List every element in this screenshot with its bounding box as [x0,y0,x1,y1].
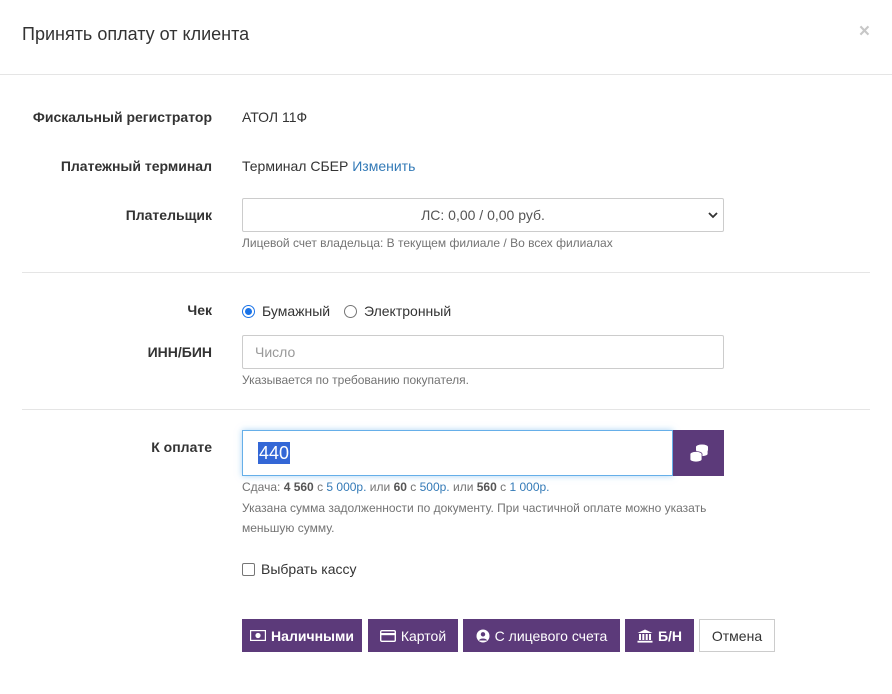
radio-paper[interactable]: Бумажный [242,303,330,319]
inn-placeholder: Число [255,344,296,360]
pay-cashless-button[interactable]: Б/Н [625,619,694,652]
amount-label: К оплате [151,439,212,455]
payer-help: Лицевой счет владельца: В текущем филиал… [242,236,613,250]
bill-1000-link[interactable]: 1 000р. [509,480,549,494]
inn-label: ИНН/БИН [147,344,212,360]
terminal-row: Терминал СБЕР Изменить [242,158,415,174]
pay-card-button[interactable]: Картой [368,619,458,652]
payer-label: Плательщик [125,207,212,223]
bill-500-link[interactable]: 500р. [420,480,450,494]
coins-button[interactable] [673,430,724,476]
receipt-label: Чек [187,302,212,318]
divider [22,272,870,273]
radio-paper-label: Бумажный [262,303,331,319]
chevron-down-icon [707,208,719,224]
change-terminal-link[interactable]: Изменить [352,158,415,174]
user-circle-icon [476,629,490,643]
choose-cashbox-label: Выбрать кассу [261,561,357,577]
radio-paper-dot[interactable] [242,304,255,318]
modal-header: Принять оплату от клиента × [0,0,892,75]
inn-input[interactable]: Число [242,335,724,369]
payer-select[interactable]: ЛС: 0,00 / 0,00 руб. [242,198,724,232]
amount-input[interactable]: 440 [242,430,673,476]
bill-5000-link[interactable]: 5 000р. [326,480,366,494]
credit-card-icon [379,629,396,642]
pay-account-button[interactable]: С лицевого счета [463,619,620,652]
terminal-value: Терминал СБЕР [242,158,349,174]
coins-icon [689,444,708,463]
close-icon[interactable]: × [859,22,870,41]
radio-electronic-label: Электронный [364,303,452,319]
terminal-label: Платежный терминал [60,158,212,174]
cancel-button[interactable]: Отмена [699,619,775,652]
payer-selected: ЛС: 0,00 / 0,00 руб. [421,207,545,223]
inn-help: Указывается по требованию покупателя. [242,373,469,387]
amount-note: Указана сумма задолженности по документу… [242,501,707,535]
modal-title: Принять оплату от клиента [22,24,250,44]
choose-cashbox-checkbox[interactable]: Выбрать кассу [242,561,357,577]
radio-electronic-dot[interactable] [344,304,357,318]
fiscal-label: Фискальный регистратор [32,109,212,125]
pay-cash-button[interactable]: Наличными [242,619,362,652]
money-bill-icon [250,630,267,641]
radio-electronic[interactable]: Электронный [344,303,451,319]
fiscal-value: АТОЛ 11Ф [242,109,308,125]
amount-value: 440 [258,442,291,464]
bank-icon [637,629,653,643]
change-hint: Сдача: 4 560 с 5 000р. или 60 с 500р. ил… [242,480,550,494]
checkbox-box[interactable] [242,562,255,576]
divider [22,409,870,410]
